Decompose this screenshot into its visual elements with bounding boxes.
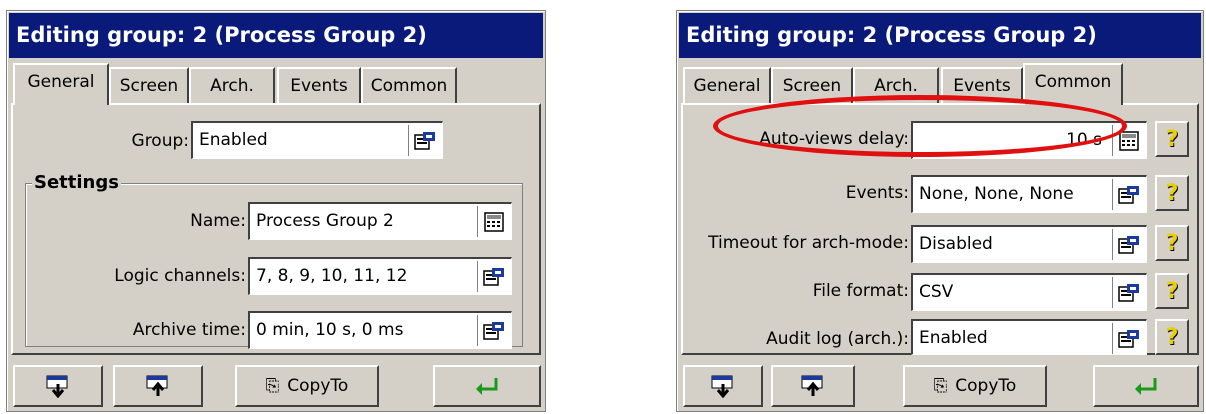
audit-log-value: Enabled	[919, 328, 988, 348]
tab-screen[interactable]: Screen	[771, 67, 853, 105]
enter-arrow-icon	[1135, 378, 1157, 395]
tab-content: Group: Enabled Settings Name: Process Gr…	[11, 103, 541, 355]
events-label: Events:	[845, 183, 909, 203]
archive-time-value: 0 min, 10 s, 0 ms	[256, 320, 404, 340]
help-icon: ?	[1165, 126, 1179, 152]
help-button[interactable]: ?	[1155, 175, 1189, 211]
tab-general[interactable]: General	[683, 67, 771, 105]
list-icon[interactable]	[477, 261, 509, 292]
name-field[interactable]: Process Group 2	[248, 202, 512, 240]
keypad-icon[interactable]	[477, 206, 509, 237]
events-field[interactable]: None, None, None	[911, 175, 1147, 213]
list-icon[interactable]	[408, 125, 440, 156]
logic-channels-label: Logic channels:	[114, 266, 246, 286]
events-value: None, None, None	[919, 184, 1074, 204]
settings-groupbox: Settings Name: Process Group 2 Logic cha…	[25, 172, 523, 349]
copy-to-button[interactable]: ⎘ CopyTo	[235, 365, 379, 407]
tab-events[interactable]: Events	[941, 67, 1023, 105]
help-icon: ?	[1165, 324, 1179, 350]
list-icon[interactable]	[1112, 229, 1144, 260]
previous-button[interactable]	[771, 365, 855, 407]
keypad-icon[interactable]	[1112, 125, 1144, 156]
file-format-label: File format:	[812, 281, 909, 301]
help-button[interactable]: ?	[1155, 273, 1189, 309]
help-button[interactable]: ?	[1155, 121, 1189, 157]
save-up-icon	[146, 375, 168, 396]
help-button[interactable]: ?	[1155, 225, 1189, 261]
copy-icon: ⎘	[933, 376, 948, 396]
next-button[interactable]	[683, 365, 763, 407]
archive-time-label: Archive time:	[132, 320, 246, 340]
help-icon: ?	[1165, 230, 1179, 256]
list-icon[interactable]	[1112, 277, 1144, 308]
group-value: Enabled	[199, 130, 268, 150]
enter-button[interactable]	[1093, 365, 1199, 407]
copy-to-label: CopyTo	[287, 376, 349, 396]
tab-arch[interactable]: Arch.	[189, 67, 275, 105]
tab-common[interactable]: Common	[361, 67, 457, 105]
logic-channels-field[interactable]: 7, 8, 9, 10, 11, 12	[248, 257, 512, 295]
tab-content: Auto-views delay: 10 s ? Events: None, N…	[681, 103, 1199, 355]
save-down-icon	[46, 375, 68, 398]
group-select[interactable]: Enabled	[191, 121, 443, 159]
archive-time-field[interactable]: 0 min, 10 s, 0 ms	[248, 311, 512, 349]
dialog-title: Editing group: 2 (Process Group 2)	[679, 13, 1201, 58]
enter-arrow-icon	[476, 378, 498, 395]
copy-icon: ⎘	[265, 376, 280, 396]
save-up-icon	[801, 375, 823, 396]
next-button[interactable]	[13, 365, 103, 407]
name-label: Name:	[190, 211, 246, 231]
timeout-arch-mode-label: Timeout for arch-mode:	[708, 233, 909, 253]
audit-log-field[interactable]: Enabled	[911, 319, 1147, 355]
file-format-field[interactable]: CSV	[911, 273, 1147, 311]
tab-screen[interactable]: Screen	[109, 67, 189, 105]
copy-to-label: CopyTo	[955, 376, 1017, 396]
copy-to-button[interactable]: ⎘ CopyTo	[903, 365, 1047, 407]
help-button[interactable]: ?	[1155, 319, 1189, 355]
help-icon: ?	[1165, 278, 1179, 304]
audit-log-label: Audit log (arch.):	[766, 329, 909, 349]
tab-general[interactable]: General	[13, 63, 109, 105]
dialog-title: Editing group: 2 (Process Group 2)	[9, 13, 543, 58]
logic-channels-value: 7, 8, 9, 10, 11, 12	[256, 266, 408, 286]
list-icon[interactable]	[1112, 179, 1144, 210]
tab-arch[interactable]: Arch.	[853, 67, 939, 105]
timeout-arch-mode-field[interactable]: Disabled	[911, 225, 1147, 263]
tab-events[interactable]: Events	[277, 67, 361, 105]
auto-views-delay-field[interactable]: 10 s	[911, 121, 1147, 159]
previous-button[interactable]	[113, 365, 203, 407]
list-icon[interactable]	[477, 315, 509, 346]
group-label: Group:	[131, 131, 189, 151]
file-format-value: CSV	[919, 282, 954, 302]
left-dialog: Editing group: 2 (Process Group 2) Gener…	[6, 10, 546, 412]
timeout-arch-mode-value: Disabled	[919, 234, 993, 254]
help-icon: ?	[1165, 180, 1179, 206]
list-icon[interactable]	[1112, 323, 1144, 354]
auto-views-delay-value: 10 s	[1066, 130, 1102, 150]
enter-button[interactable]	[433, 365, 541, 407]
tab-common[interactable]: Common	[1023, 63, 1123, 105]
save-down-icon	[711, 375, 733, 398]
right-dialog: Editing group: 2 (Process Group 2) Gener…	[676, 10, 1204, 412]
name-value: Process Group 2	[256, 211, 394, 231]
auto-views-delay-label: Auto-views delay:	[759, 129, 909, 149]
settings-title: Settings	[32, 172, 121, 193]
